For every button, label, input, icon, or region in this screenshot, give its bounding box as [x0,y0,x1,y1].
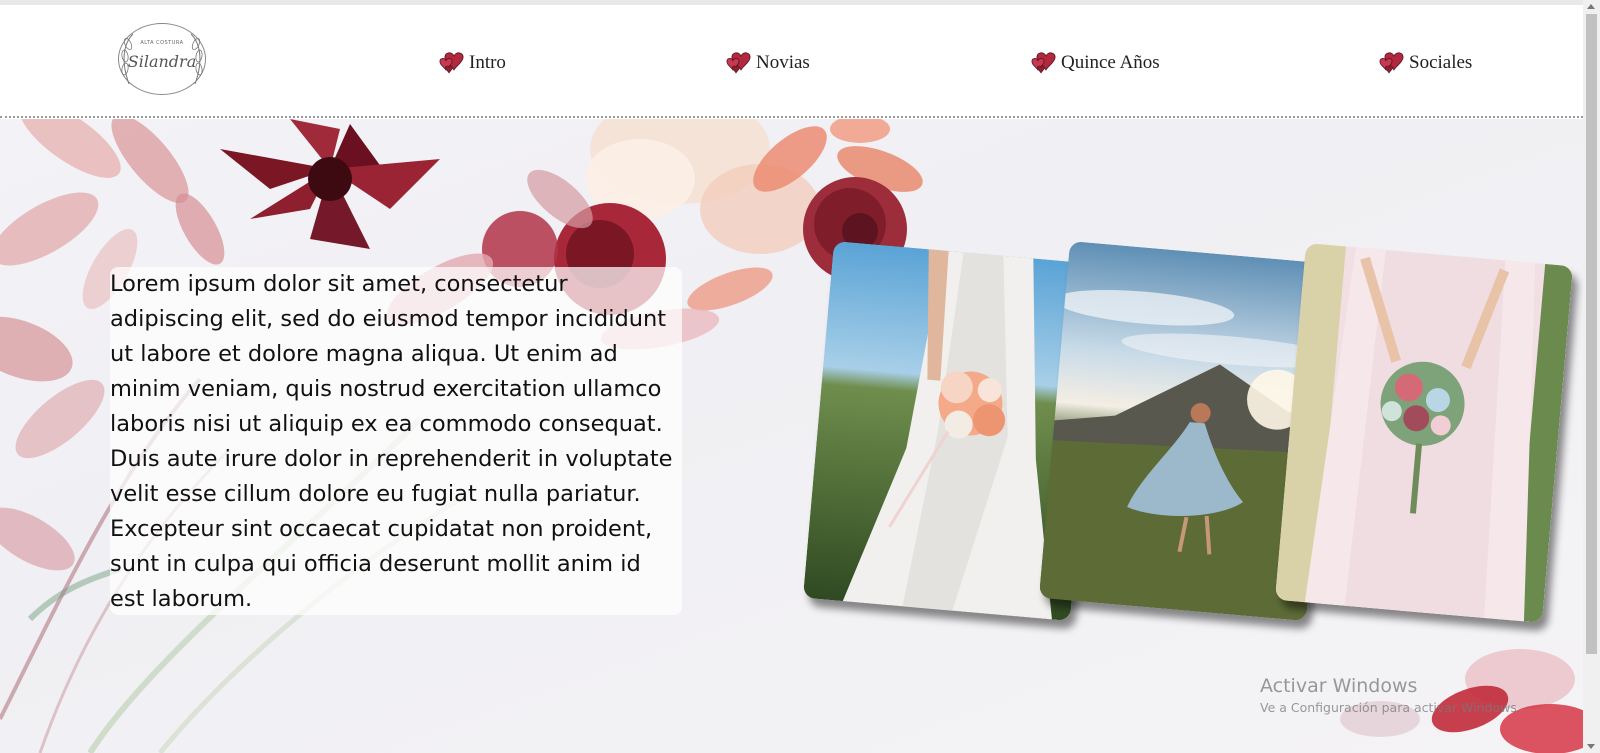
navbar: ALTA COSTURA Silandra Intro Novias Quinc… [0,5,1583,118]
nav-label-intro: Intro [469,52,506,73]
watermark-subtitle: Ve a Configuración para activar Windows. [1260,700,1521,715]
hero-section: Lorem ipsum dolor sit amet, consectetur … [0,119,1583,753]
nav-label-quince-anos: Quince Años [1061,52,1160,73]
nav-item-novias[interactable]: Novias [724,49,810,77]
nav-label-novias: Novias [756,52,810,73]
nav-item-quince-anos[interactable]: Quince Años [1029,49,1160,77]
intro-paragraph: Lorem ipsum dolor sit amet, consectetur … [110,271,673,612]
logo[interactable]: ALTA COSTURA Silandra [118,23,206,95]
scrollbar-thumb[interactable] [1586,14,1597,654]
scroll-down-icon[interactable] [1587,744,1595,749]
logo-name: Silandra [127,52,197,71]
hearts-icon [439,52,464,74]
scroll-up-icon[interactable] [1587,4,1595,9]
bride-pink-dress-bouquet-photo [1274,243,1574,623]
nav-item-intro[interactable]: Intro [437,49,506,77]
vertical-scrollbar[interactable] [1583,0,1600,753]
nav-label-sociales: Sociales [1409,52,1473,73]
hearts-icon [1031,52,1056,74]
hearts-icon [726,52,751,74]
hearts-icon [1379,52,1404,74]
intro-text-card: Lorem ipsum dolor sit amet, consectetur … [110,267,682,615]
page: ALTA COSTURA Silandra Intro Novias Quinc… [0,0,1600,753]
logo-subtitle: ALTA COSTURA [140,40,184,46]
nav-item-sociales[interactable]: Sociales [1377,49,1472,77]
watermark-title: Activar Windows [1260,675,1418,697]
windows-activation-watermark: Activar Windows Ve a Configuración para … [1260,674,1580,718]
